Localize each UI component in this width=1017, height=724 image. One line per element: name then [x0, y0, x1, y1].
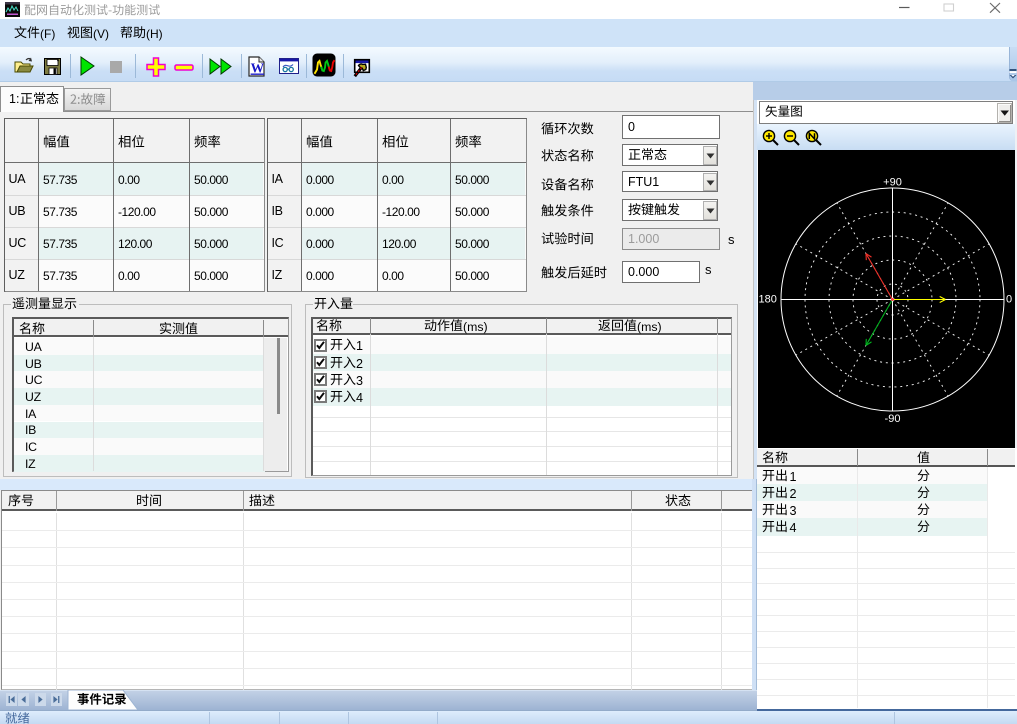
- svg-text:+90: +90: [883, 177, 902, 189]
- svg-text:W: W: [251, 61, 265, 76]
- svg-text:180: 180: [759, 294, 777, 306]
- svg-text:-90: -90: [885, 413, 901, 425]
- svg-text:0: 0: [1006, 294, 1012, 306]
